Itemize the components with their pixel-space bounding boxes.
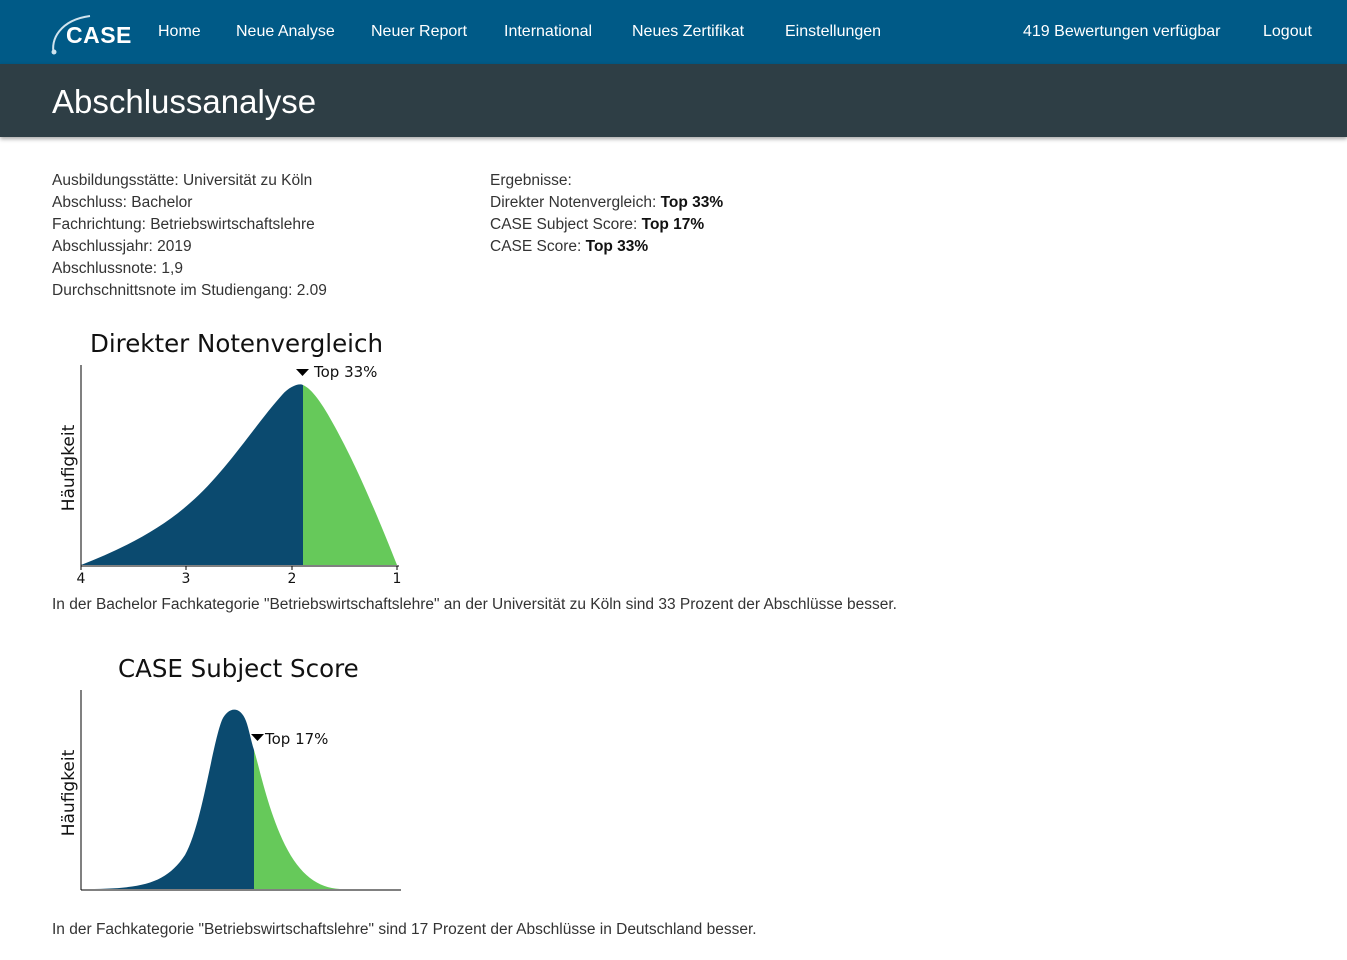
chart2-marker-label: Top 17% — [264, 730, 328, 748]
detail-average: Durchschnittsnote im Studiengang: 2.09 — [52, 282, 327, 299]
chart2-area-below — [81, 709, 254, 889]
chart1-caption: In der Bachelor Fachkategorie "Betriebsw… — [52, 596, 897, 613]
nav-neuer-report[interactable]: Neuer Report — [371, 23, 467, 41]
top-navigation: CASE Home Neue Analyse Neuer Report Inte… — [0, 0, 1347, 64]
chart1-direkter-notenvergleich: 4 3 2 1 Top 33% Häufigkeit — [59, 363, 402, 587]
chart2-title: CASE Subject Score — [118, 654, 359, 683]
chart1-tick-2: 2 — [288, 571, 297, 587]
chart1-tick-4: 4 — [77, 571, 86, 587]
logout-button[interactable]: Logout — [1263, 23, 1312, 41]
chart1-marker-triangle-icon — [296, 369, 309, 376]
result-subject-value: Top 17% — [641, 216, 705, 233]
nav-einstellungen[interactable]: Einstellungen — [785, 23, 881, 41]
chart2-caption: In der Fachkategorie "Betriebswirtschaft… — [52, 921, 757, 938]
detail-subject: Fachrichtung: Betriebswirtschaftslehre — [52, 216, 315, 233]
chart1-ylabel: Häufigkeit — [59, 424, 79, 511]
page-title: Abschlussanalyse — [52, 83, 317, 120]
result-subject-label: CASE Subject Score: — [490, 216, 642, 233]
result-case-value: Top 33% — [585, 238, 649, 255]
nav-neue-analyse[interactable]: Neue Analyse — [236, 23, 335, 41]
chart2-case-subject-score: Top 17% Häufigkeit — [59, 690, 401, 891]
chart2-ylabel: Häufigkeit — [59, 749, 79, 836]
result-direct-value: Top 33% — [660, 194, 724, 211]
chart2-marker-triangle-icon — [251, 734, 264, 741]
results-heading: Ergebnisse: — [490, 172, 572, 189]
result-case-label: CASE Score: — [490, 238, 586, 255]
result-direct-label: Direkter Notenvergleich: — [490, 194, 661, 211]
nav-neues-zertifikat[interactable]: Neues Zertifikat — [632, 23, 744, 41]
detail-institution: Ausbildungsstätte: Universität zu Köln — [52, 172, 313, 189]
detail-grade: Abschlussnote: 1,9 — [52, 260, 183, 277]
detail-year: Abschlussjahr: 2019 — [52, 238, 192, 255]
chart1-area-better — [303, 385, 397, 565]
results-panel: Ergebnisse: Direkter Notenvergleich: Top… — [490, 170, 723, 258]
case-logo[interactable]: CASE — [50, 10, 132, 56]
result-direct: Direkter Notenvergleich: Top 33% — [490, 192, 723, 214]
chart1-tick-1: 1 — [393, 571, 402, 587]
result-subject: CASE Subject Score: Top 17% — [490, 214, 723, 236]
detail-degree: Abschluss: Bachelor — [52, 194, 193, 211]
chart1-tick-3: 3 — [182, 571, 191, 587]
chart2-area-better — [254, 750, 340, 889]
nav-international[interactable]: International — [504, 23, 592, 41]
chart1-area-below — [81, 384, 303, 565]
chart1-marker-label: Top 33% — [313, 363, 377, 381]
logo-text: CASE — [66, 22, 132, 48]
result-case: CASE Score: Top 33% — [490, 236, 723, 258]
degree-details: Ausbildungsstätte: Universität zu Köln A… — [52, 170, 327, 302]
nav-home[interactable]: Home — [158, 23, 201, 41]
credits-count: 419 Bewertungen verfügbar — [1023, 23, 1221, 40]
chart1-title: Direkter Notenvergleich — [90, 329, 383, 358]
